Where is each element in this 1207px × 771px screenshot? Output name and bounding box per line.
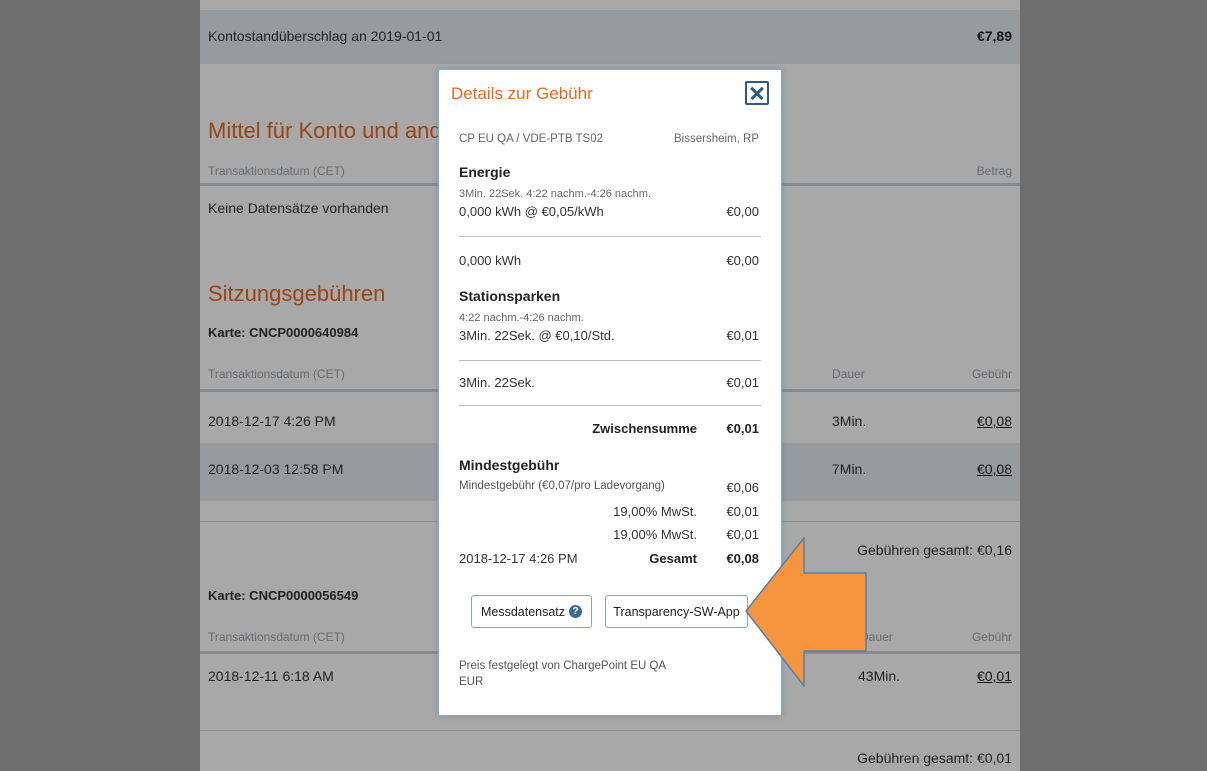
subtotal-label: Zwischensumme <box>592 421 697 436</box>
modal-title: Details zur Gebühr <box>451 84 593 103</box>
parking-line-amount: €0,01 <box>726 328 759 343</box>
arrow-left-icon <box>745 537 867 687</box>
minimum-fee-heading: Mindestgebühr <box>459 457 560 473</box>
subtotal-amount: €0,01 <box>726 421 759 436</box>
vat-label: 19,00% MwSt. <box>613 527 697 542</box>
currency: EUR <box>459 676 484 688</box>
price-set-by: Preis festgelegt von ChargePoint EU QA <box>459 660 667 672</box>
parking-total-amount: €0,01 <box>726 375 759 390</box>
minimum-fee-amount: €0,06 <box>726 480 759 495</box>
energy-line-amount: €0,00 <box>726 204 759 219</box>
divider <box>459 405 761 406</box>
parking-line: 3Min. 22Sek. @ €0,10/Std. <box>459 328 615 343</box>
meter-data-button[interactable]: Messdatensatz ? <box>471 595 592 628</box>
energy-line: 0,000 kWh @ €0,05/kWh <box>459 204 604 219</box>
divider <box>459 236 761 237</box>
transparency-app-button[interactable]: Transparency-SW-App <box>605 595 748 628</box>
parking-time: 4:22 nachm.-4:26 nachm. <box>459 312 584 324</box>
energy-total-amount: €0,00 <box>726 253 759 268</box>
close-icon[interactable] <box>745 81 769 105</box>
meter-data-button-label: Messdatensatz <box>480 604 566 619</box>
minimum-fee-line: Mindestgebühr (€0,07/pro Ladevorgang) <box>459 480 665 492</box>
divider <box>459 360 761 361</box>
parking-heading: Stationsparken <box>459 288 561 304</box>
fee-details-modal: Details zur Gebühr CP EU QA / VDE-PTB TS… <box>438 69 782 716</box>
vat-amount: €0,01 <box>726 504 759 519</box>
parking-total: 3Min. 22Sek. <box>459 375 535 390</box>
energy-total: 0,000 kWh <box>459 253 522 268</box>
vat-label: 19,00% MwSt. <box>613 504 697 519</box>
question-circle-icon: ? <box>569 605 583 618</box>
energy-heading: Energie <box>459 164 511 180</box>
energy-time: 3Min. 22Sek. 4:22 nachm.-4:26 nachm. <box>459 188 651 200</box>
station-name: CP EU QA / VDE-PTB TS02 <box>459 133 604 145</box>
station-location: Bissersheim, RP <box>674 133 759 145</box>
session-date: 2018-12-17 4:26 PM <box>459 551 578 566</box>
grand-total-label: Gesamt <box>649 551 697 566</box>
